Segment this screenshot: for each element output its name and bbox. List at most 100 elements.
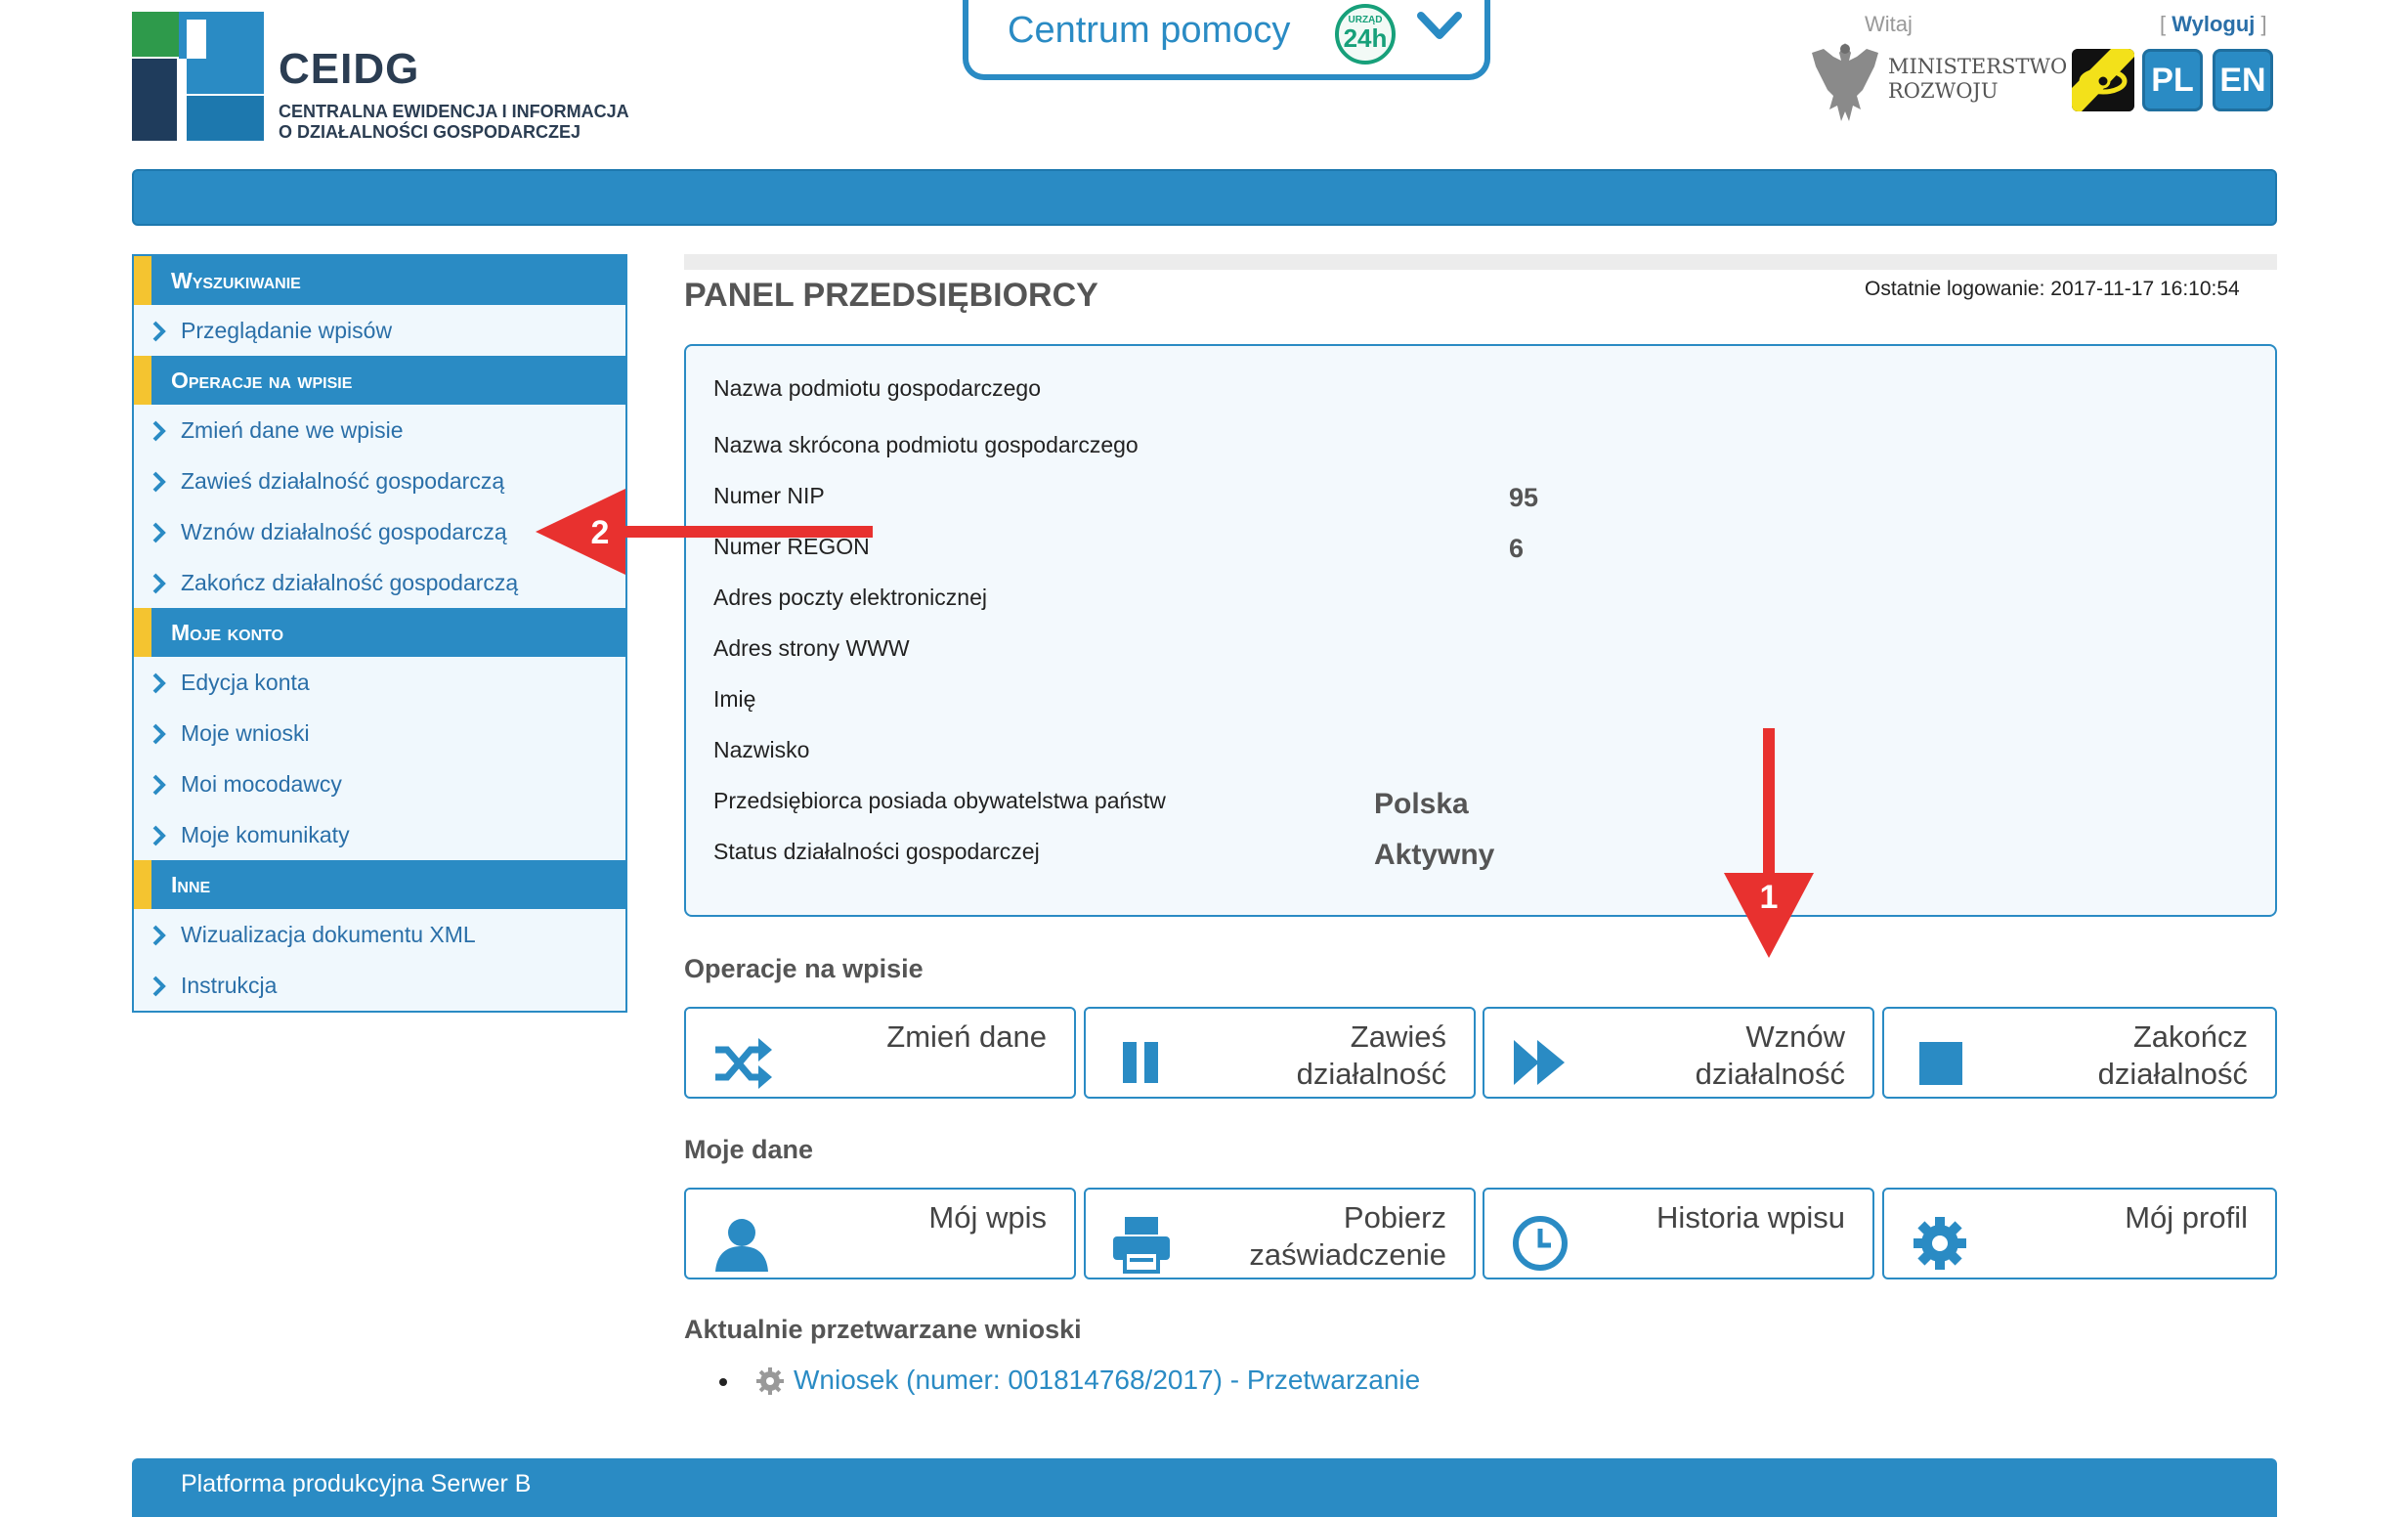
tile-label-line1: Pobierz	[1343, 1200, 1446, 1235]
annotation-arrow-2: 2	[536, 489, 873, 575]
sidebar-item-label: Przeglądanie wpisów	[181, 318, 393, 343]
sidebar-item-label: Moje wnioski	[181, 720, 310, 746]
help-center-dropdown[interactable]: Centrum pomocy URZĄD 24h	[963, 0, 1490, 80]
sidebar-item-label: Moi mocodawcy	[181, 771, 342, 797]
sidebar-item-label: Instrukcja	[181, 973, 278, 998]
resume-business-button[interactable]: Wznów działalność	[1483, 1007, 1874, 1099]
entry-history-button[interactable]: Historia wpisu	[1483, 1188, 1874, 1279]
suspend-business-button[interactable]: Zawieś działalność	[1084, 1007, 1476, 1099]
tile-label: Mój profil	[2125, 1199, 2248, 1236]
badge-main-text: 24h	[1343, 23, 1388, 53]
last-login-info: Ostatnie logowanie: 2017-11-17 16:10:54	[1865, 278, 2240, 300]
sidebar-item-label: Wizualizacja dokumentu XML	[181, 922, 476, 947]
sidebar-section-search: Wyszukiwanie	[134, 256, 625, 305]
accessibility-icon[interactable]	[2072, 49, 2134, 111]
clock-icon	[1513, 1216, 1568, 1271]
sidebar-item-label: Wznów działalność gospodarczą	[181, 519, 507, 544]
logo-title: CEIDG	[279, 45, 420, 93]
chevron-right-icon	[152, 925, 166, 946]
my-profile-button[interactable]: Mój profil	[1882, 1188, 2277, 1279]
logout-link[interactable]: Wyloguj	[2172, 12, 2255, 36]
logout-bracket-open: [	[2160, 12, 2172, 36]
tile-label-line2: działalność	[1296, 1057, 1446, 1091]
ministry-line1: MINISTERSTWO	[1888, 55, 2068, 78]
chevron-right-icon	[152, 321, 166, 342]
sidebar-section-entry-operations: Operacje na wpisie	[134, 356, 625, 405]
language-en-button[interactable]: EN	[2213, 49, 2273, 111]
sidebar-item-browse-entries[interactable]: Przeglądanie wpisów	[134, 305, 625, 356]
sidebar-item-instructions[interactable]: Instrukcja	[134, 960, 625, 1011]
page-title: PANEL PRZEDSIĘBIORCY	[684, 277, 1098, 314]
logo-subtitle-line1: CENTRALNA EWIDENCJA I INFORMACJA	[279, 102, 629, 121]
tile-label: Pobierz zaświadczenie	[1249, 1199, 1446, 1274]
logout-bracket-close: ]	[2255, 12, 2267, 36]
language-pl-button[interactable]: PL	[2142, 49, 2203, 111]
annotation-label-2: 2	[591, 514, 610, 551]
tile-label: Mój wpis	[928, 1199, 1047, 1236]
logo-subtitle: CENTRALNA EWIDENCJA I INFORMACJA O DZIAŁ…	[279, 102, 629, 143]
sidebar-section-my-account: Moje konto	[134, 608, 625, 657]
tile-label-line1: Wznów	[1745, 1019, 1845, 1054]
sidebar-item-change-data[interactable]: Zmień dane we wpisie	[134, 405, 625, 455]
top-navigation-bar	[132, 169, 2277, 226]
ceidg-logo[interactable]	[132, 12, 264, 141]
annotation-label-1: 1	[1760, 879, 1779, 916]
sidebar-menu: Wyszukiwanie Przeglądanie wpisów Operacj…	[132, 254, 627, 1013]
chevron-right-icon	[152, 522, 166, 543]
tile-label-line2: zaświadczenie	[1249, 1237, 1446, 1272]
stop-icon	[1919, 1042, 1962, 1085]
help-center-label: Centrum pomocy	[1008, 10, 1291, 51]
chevron-right-icon	[152, 672, 166, 694]
greeting: Witaj	[1865, 12, 1913, 36]
sidebar-item-label: Zmień dane we wpisie	[181, 417, 404, 443]
chevron-right-icon	[152, 723, 166, 745]
field-label-status: Status działalności gospodarczej	[713, 839, 1040, 864]
change-data-button[interactable]: Zmień dane	[684, 1007, 1076, 1099]
download-certificate-button[interactable]: Pobierz zaświadczenie	[1084, 1188, 1476, 1279]
tile-label-line2: działalność	[1695, 1057, 1845, 1091]
field-value-citizenship: Polska	[1374, 788, 1469, 820]
printer-icon	[1113, 1217, 1170, 1274]
field-value-regon: 6	[1509, 534, 1525, 563]
sidebar-item-my-principals[interactable]: Moi mocodawcy	[134, 758, 625, 809]
request-link[interactable]: Wniosek (numer: 001814768/2017) - Przetw…	[794, 1365, 1420, 1396]
ministry-line2: ROZWOJU	[1888, 79, 1999, 103]
ministry-logo-text: MINISTERSTWO ROZWOJU	[1888, 55, 2067, 104]
title-divider	[684, 254, 2277, 270]
footer-text: Platforma produkcyjna Serwer B	[181, 1470, 532, 1497]
eagle-emblem-icon	[1812, 43, 1878, 121]
tile-label-line1: Zmień dane	[886, 1019, 1047, 1054]
chevron-right-icon	[152, 975, 166, 997]
chevron-right-icon	[152, 471, 166, 493]
sidebar-item-my-messages[interactable]: Moje komunikaty	[134, 809, 625, 860]
tile-label: Historia wpisu	[1656, 1199, 1845, 1236]
field-value-status: Aktywny	[1374, 839, 1495, 871]
field-label-website: Adres strony WWW	[713, 635, 910, 661]
sidebar-section-other: Inne	[134, 860, 625, 909]
field-label-last-name: Nazwisko	[713, 737, 810, 762]
business-info-panel: Nazwa podmiotu gospodarczego Nazwa skróc…	[684, 344, 2277, 917]
tile-label-line1: Zakończ	[2132, 1019, 2248, 1054]
field-label-first-name: Imię	[713, 686, 756, 712]
chevron-right-icon	[152, 420, 166, 442]
field-label-business-name: Nazwa podmiotu gospodarczego	[713, 375, 1041, 401]
office-24h-badge: URZĄD 24h	[1335, 4, 1396, 65]
tile-label-line1: Mój profil	[2125, 1200, 2248, 1235]
sidebar-item-label: Edycja konta	[181, 670, 310, 695]
shuffle-icon	[715, 1038, 772, 1089]
user-icon	[715, 1219, 768, 1272]
tile-label: Wznów działalność	[1696, 1019, 1845, 1093]
field-label-email: Adres poczty elektronicznej	[713, 585, 987, 610]
fast-forward-icon	[1514, 1040, 1565, 1085]
close-business-button[interactable]: Zakończ działalność	[1882, 1007, 2277, 1099]
footer-bar: Platforma produkcyjna Serwer B	[132, 1458, 2277, 1517]
sidebar-item-edit-account[interactable]: Edycja konta	[134, 657, 625, 708]
sidebar-item-label: Moje komunikaty	[181, 822, 350, 847]
field-label-short-name: Nazwa skrócona podmiotu gospodarczego	[713, 432, 1139, 457]
my-entry-button[interactable]: Mój wpis	[684, 1188, 1076, 1279]
chevron-down-icon[interactable]	[1415, 8, 1464, 47]
field-label-citizenship: Przedsiębiorca posiada obywatelstwa pańs…	[713, 788, 1166, 813]
sidebar-item-my-requests[interactable]: Moje wnioski	[134, 708, 625, 758]
sidebar-item-xml-visualization[interactable]: Wizualizacja dokumentu XML	[134, 909, 625, 960]
tile-label: Zmień dane	[886, 1019, 1047, 1056]
